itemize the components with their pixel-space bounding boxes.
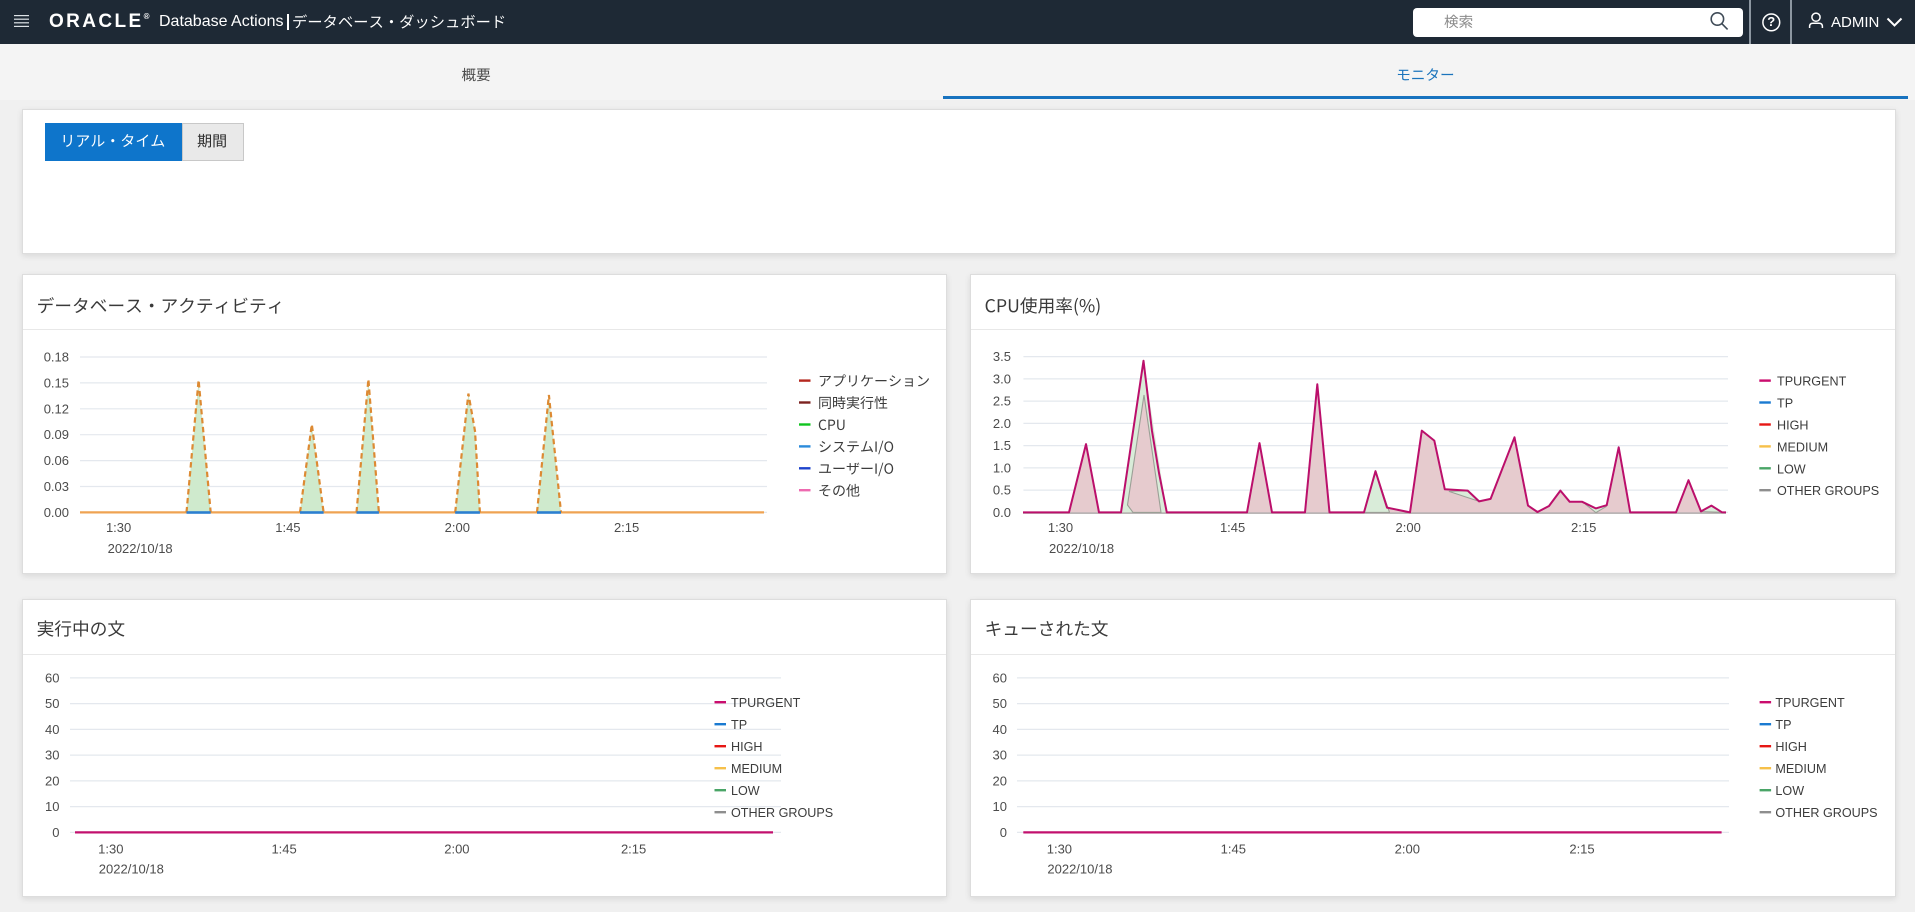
svg-text:0.18: 0.18 [44, 350, 69, 365]
svg-text:HIGH: HIGH [1775, 740, 1806, 754]
svg-text:0.09: 0.09 [44, 427, 69, 442]
svg-text:2022/10/18: 2022/10/18 [108, 541, 173, 556]
svg-text:0.00: 0.00 [44, 505, 69, 520]
svg-text:0.03: 0.03 [44, 479, 69, 494]
svg-text:1:30: 1:30 [98, 842, 123, 857]
svg-text:LOW: LOW [731, 784, 760, 798]
svg-text:0.0: 0.0 [993, 505, 1011, 520]
svg-text:1:45: 1:45 [1220, 520, 1245, 535]
svg-text:2:15: 2:15 [1569, 842, 1594, 857]
svg-text:MEDIUM: MEDIUM [731, 762, 782, 776]
svg-text:2:00: 2:00 [1396, 520, 1421, 535]
svg-text:HIGH: HIGH [1777, 419, 1808, 433]
svg-text:1:45: 1:45 [1221, 842, 1246, 857]
svg-text:2:00: 2:00 [1395, 842, 1420, 857]
svg-text:30: 30 [993, 748, 1007, 763]
svg-text:3.0: 3.0 [993, 371, 1011, 386]
svg-text:2.0: 2.0 [993, 416, 1011, 431]
svg-text:2:15: 2:15 [621, 842, 646, 857]
svg-text:3.5: 3.5 [993, 349, 1011, 364]
svg-text:1.0: 1.0 [993, 460, 1011, 475]
svg-text:MEDIUM: MEDIUM [1775, 762, 1826, 776]
svg-text:TPURGENT: TPURGENT [731, 696, 801, 710]
svg-text:0: 0 [52, 825, 59, 840]
svg-text:1:45: 1:45 [275, 520, 300, 535]
svg-text:1.5: 1.5 [993, 438, 1011, 453]
svg-text:1:30: 1:30 [1047, 842, 1072, 857]
svg-text:2:15: 2:15 [1571, 520, 1596, 535]
svg-text:50: 50 [45, 696, 59, 711]
svg-text:2:00: 2:00 [444, 842, 469, 857]
svg-text:1:30: 1:30 [1048, 520, 1073, 535]
svg-text:20: 20 [45, 773, 59, 788]
svg-text:2.5: 2.5 [993, 394, 1011, 409]
svg-text:0.5: 0.5 [993, 483, 1011, 498]
svg-text:TPURGENT: TPURGENT [1775, 696, 1845, 710]
svg-text:TP: TP [731, 718, 747, 732]
svg-text:0.15: 0.15 [44, 375, 69, 390]
svg-text:60: 60 [45, 670, 59, 685]
svg-text:MEDIUM: MEDIUM [1777, 440, 1828, 454]
svg-text:2022/10/18: 2022/10/18 [1049, 541, 1114, 556]
svg-text:0.06: 0.06 [44, 453, 69, 468]
svg-text:OTHER GROUPS: OTHER GROUPS [731, 806, 833, 820]
svg-text:10: 10 [993, 799, 1007, 814]
svg-text:40: 40 [993, 722, 1007, 737]
svg-text:TP: TP [1777, 397, 1793, 411]
svg-text:10: 10 [45, 799, 59, 814]
svg-text:2022/10/18: 2022/10/18 [99, 862, 164, 877]
svg-text:50: 50 [993, 696, 1007, 711]
svg-text:20: 20 [993, 773, 1007, 788]
svg-text:OTHER GROUPS: OTHER GROUPS [1775, 806, 1877, 820]
svg-text:1:30: 1:30 [106, 520, 131, 535]
svg-text:2022/10/18: 2022/10/18 [1047, 862, 1112, 877]
svg-text:2:15: 2:15 [614, 520, 639, 535]
svg-text:60: 60 [993, 670, 1007, 685]
svg-text:1:45: 1:45 [271, 842, 296, 857]
svg-text:OTHER GROUPS: OTHER GROUPS [1777, 484, 1879, 498]
svg-text:0: 0 [1000, 825, 1007, 840]
svg-text:2:00: 2:00 [445, 520, 470, 535]
svg-text:30: 30 [45, 748, 59, 763]
svg-text:LOW: LOW [1777, 462, 1806, 476]
svg-text:TP: TP [1775, 718, 1791, 732]
svg-text:40: 40 [45, 722, 59, 737]
svg-text:TPURGENT: TPURGENT [1777, 375, 1847, 389]
svg-text:HIGH: HIGH [731, 740, 762, 754]
svg-text:LOW: LOW [1775, 784, 1804, 798]
svg-text:0.12: 0.12 [44, 401, 69, 416]
